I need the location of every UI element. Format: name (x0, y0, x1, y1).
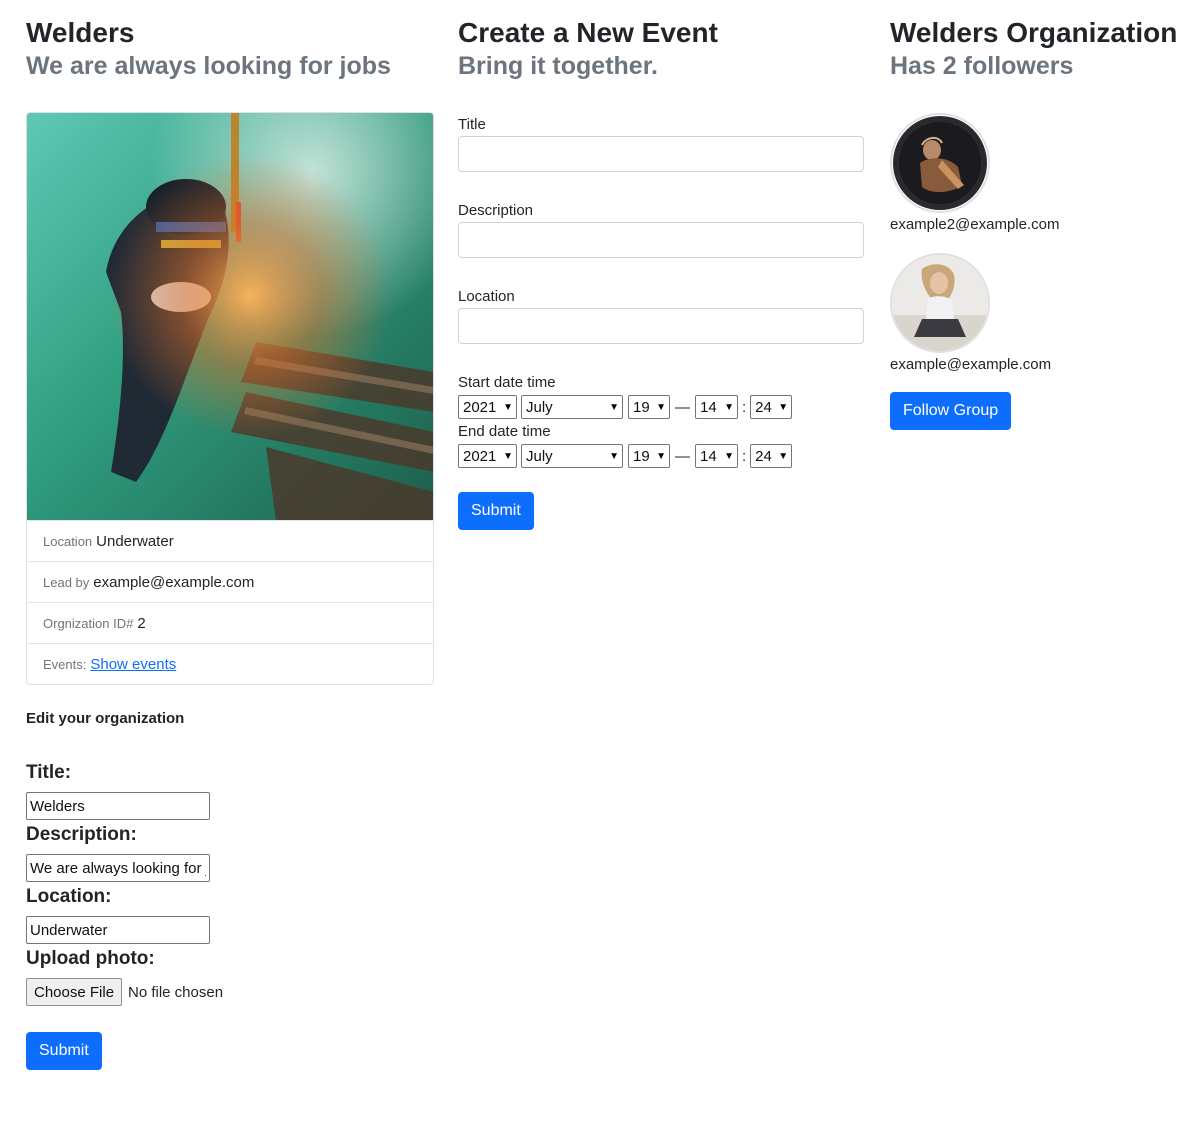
choose-file-button[interactable]: Choose File (26, 978, 123, 1006)
lead-row: Lead by example@example.com (27, 561, 433, 602)
group-heading: Welders Organization (890, 17, 1178, 48)
location-value: Underwater (96, 532, 174, 550)
lead-label: Lead by (43, 574, 90, 590)
org-subtitle: We are always looking for jobs (26, 52, 391, 80)
chevron-down-icon: ▼ (724, 401, 734, 413)
follower-photo (892, 255, 988, 351)
follower-photo (893, 116, 987, 210)
location-label: Location (43, 533, 93, 549)
follow-group-button[interactable]: Follow Group (890, 392, 1012, 430)
no-file-text: No file chosen (128, 984, 224, 1001)
org-id-label: Orgnization ID# (43, 615, 134, 631)
chevron-down-icon: ▼ (503, 450, 513, 462)
edit-description-input[interactable] (26, 854, 210, 882)
org-id-value: 2 (137, 614, 146, 632)
chevron-down-icon: ▼ (656, 450, 666, 462)
org-card: Location Underwater Lead by example@exam… (26, 112, 434, 685)
follower-email: example@example.com (890, 356, 1052, 373)
start-month-select[interactable]: July ▼ (521, 395, 623, 419)
end-day-select[interactable]: 19 ▼ (628, 444, 670, 468)
show-events-link[interactable]: Show events (90, 656, 176, 673)
chevron-down-icon: ▼ (609, 401, 619, 413)
edit-title-input[interactable] (26, 792, 210, 820)
event-description-label: Description (458, 202, 534, 219)
events-label: Events: (43, 656, 87, 672)
org-photo (27, 113, 433, 520)
org-title: Welders (26, 17, 135, 48)
chevron-down-icon: ▼ (656, 401, 666, 413)
end-month-select[interactable]: July ▼ (521, 444, 623, 468)
start-datetime-label: Start date time (458, 374, 556, 391)
start-day-select[interactable]: 19 ▼ (628, 395, 670, 419)
chevron-down-icon: ▼ (778, 450, 789, 462)
edit-location-input[interactable] (26, 916, 210, 944)
upload-photo-label: Upload photo: (26, 948, 155, 969)
followers-count: Has 2 followers (890, 52, 1074, 80)
end-year-select[interactable]: 2021 ▼ (458, 444, 517, 468)
end-minute-select[interactable]: 24 ▼ (750, 444, 793, 468)
edit-location-label: Location: (26, 886, 112, 907)
start-year-select[interactable]: 2021 ▼ (458, 395, 517, 419)
event-location-label: Location (458, 288, 515, 305)
event-title-label: Title (458, 116, 486, 133)
chevron-down-icon: ▼ (609, 450, 619, 462)
event-description-input[interactable] (458, 222, 864, 258)
colon-separator: : (742, 398, 747, 416)
follower-email: example2@example.com (890, 216, 1060, 233)
follower-avatar (890, 253, 990, 353)
dash-separator: — (675, 447, 690, 465)
event-heading: Create a New Event (458, 17, 718, 48)
events-row: Events: Show events (27, 643, 433, 684)
end-datetime-row: 2021 ▼ July ▼ 19 ▼ — 14 ▼ : 24 ▼ (458, 444, 793, 468)
edit-heading: Edit your organization (26, 710, 185, 727)
edit-submit-button[interactable]: Submit (26, 1032, 102, 1070)
location-row: Location Underwater (27, 520, 433, 561)
event-submit-button[interactable]: Submit (458, 492, 534, 530)
event-location-input[interactable] (458, 308, 864, 344)
dash-separator: — (675, 398, 690, 416)
org-id-row: Orgnization ID# 2 (27, 602, 433, 643)
chevron-down-icon: ▼ (778, 401, 789, 413)
edit-title-label: Title: (26, 762, 72, 783)
chevron-down-icon: ▼ (503, 401, 513, 413)
chevron-down-icon: ▼ (724, 450, 734, 462)
event-title-input[interactable] (458, 136, 864, 172)
start-minute-select[interactable]: 24 ▼ (750, 395, 793, 419)
end-hour-select[interactable]: 14 ▼ (695, 444, 738, 468)
follower-avatar (890, 113, 990, 213)
start-datetime-row: 2021 ▼ July ▼ 19 ▼ — 14 ▼ : 24 ▼ (458, 395, 793, 419)
edit-description-label: Description: (26, 824, 137, 845)
colon-separator: : (742, 447, 747, 465)
end-datetime-label: End date time (458, 423, 551, 440)
start-hour-select[interactable]: 14 ▼ (695, 395, 738, 419)
event-subheading: Bring it together. (458, 52, 658, 80)
lead-value: example@example.com (93, 573, 255, 591)
